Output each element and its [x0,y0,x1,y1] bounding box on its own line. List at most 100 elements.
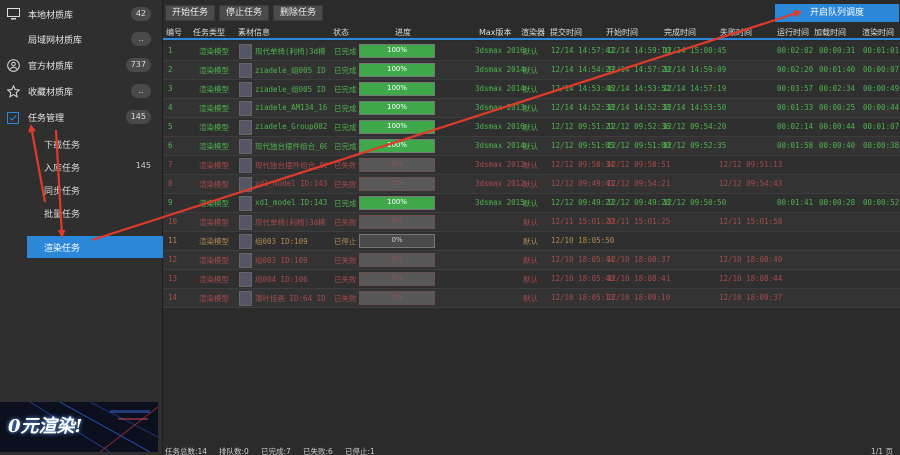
table-row[interactable]: 11 渲染模型 组003 ID:109 已停止 默认 12/10 18:05:50 0% [163,232,900,251]
subitem-label: 同步任务 [44,186,81,197]
cell-status: 已失败 [334,294,357,303]
cell-id: 2 [168,65,173,74]
progress-bar: 0% [359,177,435,191]
column-header[interactable]: 渲染器 [521,27,545,38]
cell-id: 7 [168,160,173,169]
cell-status: 已完成 [334,104,357,113]
cell-fail: 12/10 18:08:40 [719,255,783,264]
sidebar-subitem-download-tasks[interactable]: 下载任务 [0,133,163,155]
column-header[interactable]: 状态 [333,27,349,38]
model-thumbnail [239,215,252,230]
cell-submit: 12/14 14:54:29 [551,65,615,74]
table-row[interactable]: 12 渲染模型 组003 ID:109 已失败 默认 12/10 18:05:44 12/1… [163,251,900,270]
column-header[interactable]: 素材信息 [238,27,270,38]
delete-task-button[interactable]: 删除任务 [273,5,323,21]
table-row[interactable]: 13 渲染模型 组004 ID:106 已失败 默认 12/10 18:05:40 12/1… [163,270,900,289]
table-row[interactable]: 8 渲染模型 xd1_model ID:143 已失败 3dsmax 2012 默认 12/… [163,175,900,194]
count-badge: 737 [125,58,151,72]
progress-text: 0% [391,217,403,225]
table-row[interactable]: 1 渲染模型 现代单椅(利椅)3d模... 已完成 3dsmax 2016默认 12/14… [163,42,900,61]
sidebar-item-task-manager[interactable]: 任务管理 145 [0,104,163,130]
cell-info: 组003 ID:109 [255,256,308,265]
progress-text: 100% [386,122,407,130]
cell-info: ziadele_Group002 ID... [255,122,327,131]
sidebar-subitem-import-tasks[interactable]: 入库任务 145 [0,156,163,178]
cell-fail: 12/12 09:51:13 [719,160,783,169]
cell-load: 00:00:25 [819,103,856,112]
table-row[interactable]: 5 渲染模型 ziadele_Group002 ID... 已完成 3dsmax 201… [163,118,900,137]
column-header[interactable]: 提交时间 [550,27,582,38]
column-header[interactable]: 任务类型 [193,27,225,38]
cell-renderer: 默认 [523,104,538,113]
table-row[interactable]: 2 渲染模型 ziadele_组005 ID:155 已完成 3dsmax 2014默认… [163,61,900,80]
cell-info: ziadele_AM134_16_k... [255,103,327,112]
column-header[interactable]: 进度 [395,27,411,38]
cell-status: 已完成 [334,142,357,151]
table-row[interactable]: 9 渲染模型 xd1_model ID:143 已完成 3dsmax 2015 默认 12/… [163,194,900,213]
model-thumbnail [239,234,252,249]
cell-id: 8 [168,179,173,188]
model-thumbnail [239,158,252,173]
cell-start: 12/14 14:57:20 [607,65,671,74]
cell-start: 12/14 14:52:38 [607,103,671,112]
sidebar-subitem-render-tasks[interactable]: 渲染任务 [27,236,163,258]
column-header[interactable]: Max版本 [479,27,512,38]
subitem-label: 批量任务 [44,209,81,220]
cell-fail: 12/12 09:54:43 [719,179,783,188]
sidebar-item-lan-library[interactable]: 局域网材质库 .. [0,26,163,52]
column-header[interactable]: 编号 [166,27,182,38]
cell-max: 3dsmax 2014 [475,84,525,93]
cell-start: 12/12 09:52:36 [607,122,671,131]
cell-type: 渲染模型 [199,275,229,284]
status-stopped: 已停止:1 [345,447,375,455]
cell-max: 3dsmax 2012 [475,160,525,169]
sidebar-subitem-batch-tasks[interactable]: 批量任务 [0,202,163,224]
start-task-button[interactable]: 开始任务 [165,5,215,21]
progress-bar: 100% [359,101,435,115]
progress-bar: 0% [359,253,435,267]
column-header[interactable]: 渲染时间 [862,27,894,38]
banner-text: 0元渲染! [8,416,83,437]
column-header[interactable]: 加载时间 [814,27,846,38]
sidebar-item-local-library[interactable]: 本地材质库 42 [0,1,163,27]
column-header[interactable]: 运行时间 [777,27,809,38]
cell-type: 渲染模型 [199,66,229,75]
cell-submit: 12/12 09:49:27 [551,198,615,207]
column-header[interactable]: 完成时间 [664,27,696,38]
cell-submit: 12/10 18:05:13 [551,293,615,302]
cell-submit: 12/10 18:05:50 [551,236,615,245]
column-header[interactable]: 失败时间 [720,27,752,38]
cell-load: 00:00:44 [819,122,856,131]
subitem-label: 渲染任务 [44,243,81,254]
table-row[interactable]: 3 渲染模型 ziadele_组005 ID:155 已完成 3dsmax 2014默认… [163,80,900,99]
cell-fail: 12/11 15:01:58 [719,217,783,226]
monitor-icon [6,7,20,21]
cell-renderer: 默认 [523,218,538,227]
cell-run: 00:02:02 [777,46,814,55]
cell-max: 3dsmax 2016 [475,46,525,55]
start-queue-button[interactable]: 开启队列调度 [775,4,899,22]
cell-renderer: 默认 [523,180,538,189]
sidebar-item-official-library[interactable]: 官方材质库 737 [0,52,163,78]
render-task-table: 编号 任务类型 素材信息 状态 进度 Max版本 渲染器 提交时间 开始时间 完成时间 失败时间 运行… [163,26,900,446]
table-row[interactable]: 4 渲染模型 ziadele_AM134_16_k... 已完成 3dsmax 2013… [163,99,900,118]
column-header[interactable]: 开始时间 [606,27,638,38]
cell-id: 9 [168,198,173,207]
count-badge: 145 [125,110,151,124]
progress-text: 100% [386,84,407,92]
stop-task-button[interactable]: 停止任务 [219,5,269,21]
task-icon [6,110,20,124]
table-row[interactable]: 10渲染模型现代单椅(利椅)3d模...已失败默认12/11 15:01:201… [163,213,900,232]
cell-max: 3dsmax 2012 [475,179,525,188]
promo-banner[interactable]: 0元渲染! [0,402,158,452]
table-row[interactable]: 6 渲染模型 现代独台摆件组合_00... 已完成 3dsmax 2014默认 12/12… [163,137,900,156]
table-row[interactable]: 7 渲染模型 现代独台摆件组合_00... 已失败 3dsmax 2012默认 12/12… [163,156,900,175]
sidebar-item-favorites[interactable]: 收藏材质库 .. [0,78,163,104]
sidebar-subitem-sync-tasks[interactable]: 同步任务 [0,179,163,201]
cell-load: 00:00:31 [819,46,856,55]
cell-run: 00:01:41 [777,198,814,207]
cell-start: 12/10 18:09:10 [607,293,671,302]
table-row[interactable]: 14 渲染模型 簿叶挂画 ID:64 ID... 已失败 默认 12/10 18:05:1… [163,289,900,308]
cell-max: 3dsmax 2015 [475,198,525,207]
cell-status: 已失败 [334,180,357,189]
